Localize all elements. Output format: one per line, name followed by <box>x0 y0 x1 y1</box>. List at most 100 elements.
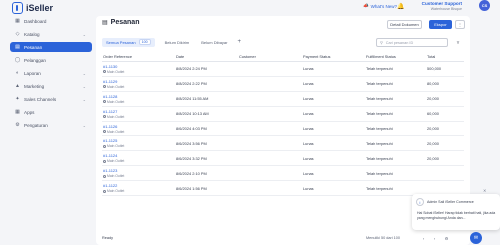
tab-label: Belum Dibayar <box>201 39 228 45</box>
whats-new-link[interactable]: 📣 What's New? <box>363 3 397 9</box>
dashboard-icon: ▦ <box>15 18 20 24</box>
page-title: ▤ Pesanan <box>102 19 139 26</box>
chevron-down-icon: ⌄ <box>82 31 86 37</box>
sidebar-item-label: Laporan <box>24 70 41 76</box>
order-reference-cell: #1-1125 Main Outlet <box>102 138 176 148</box>
sidebar-item-laporan[interactable]: ◐ Laporan ⌄ <box>10 68 92 78</box>
sidebar-item-apps[interactable]: ▦ Apps <box>10 107 92 117</box>
app-logo[interactable]: iSeller <box>12 2 53 14</box>
store-icon <box>103 100 106 104</box>
chat-button[interactable]: ✉ <box>470 232 482 244</box>
fulfillment-status-cell: Telah terpenuhi <box>366 81 393 87</box>
table-row[interactable]: #1-1126 Main Outlet 8/6/2024 4:03 PM Lunas T… <box>102 122 464 137</box>
avatar[interactable]: CS <box>479 0 490 11</box>
fulfillment-status-cell: Telah terpenuhi <box>366 185 393 191</box>
sidebar-item-pelanggan[interactable]: ◯ Pelanggan <box>10 55 92 65</box>
reports-icon: ◐ <box>15 70 20 76</box>
order-reference-link[interactable]: #1-1128 <box>103 94 176 99</box>
sidebar: ▦ Dashboard ◇ Katalog ⌄ ▤ Pesanan ◯ Pela… <box>10 16 92 133</box>
order-reference-link[interactable]: #1-1129 <box>103 79 176 84</box>
chevron-down-icon: ⌄ <box>82 70 86 76</box>
next-page-icon[interactable]: › <box>431 235 438 242</box>
table-row[interactable]: #1-1129 Main Outlet 8/8/2024 2:22 PM Lunas T… <box>102 77 464 92</box>
tab-count-badge: 100 <box>138 39 151 45</box>
order-reference-cell: #1-1124 Main Outlet <box>102 153 176 163</box>
status-text: Ready <box>102 236 113 240</box>
tab-belum-dikirim[interactable]: Belum Dikirim <box>163 38 192 47</box>
column-header[interactable]: Date <box>176 54 239 59</box>
sidebar-item-pengaturan[interactable]: ⚙ Pengaturan ⌄ <box>10 120 92 130</box>
order-reference-link[interactable]: #1-1123 <box>103 168 176 173</box>
tab-semua-pesanan[interactable]: Semua Pesanan 100 <box>102 37 155 47</box>
outlet-label: Main Outlet <box>103 100 176 104</box>
sidebar-item-label: Apps <box>24 109 35 115</box>
outlet-name: Main Outlet <box>107 159 125 164</box>
table-row[interactable]: #1-1123 Main Outlet 8/6/2024 2:10 PM Lunas T… <box>102 166 464 182</box>
chat-icon: ✉ <box>473 235 479 241</box>
order-reference-link[interactable]: #1-1122 <box>103 183 176 188</box>
order-tabs: Semua Pesanan 100 Belum Dikirim Belum Di… <box>102 37 241 47</box>
table-row[interactable]: #1-1124 Main Outlet 8/6/2024 3:32 PM Lunas T… <box>102 151 464 167</box>
more-options-button[interactable]: ⋮ <box>455 20 465 29</box>
payment-status-cell: Lunas <box>303 140 314 146</box>
bell-icon[interactable]: 🔔 <box>397 3 404 10</box>
settings-icon: ⚙ <box>15 122 20 128</box>
outlet-name: Main Outlet <box>107 114 125 119</box>
table-row[interactable]: #1-1130 Main Outlet 8/8/2024 2:24 PM Lunas T… <box>102 62 464 77</box>
order-reference-link[interactable]: #1-1126 <box>103 124 176 129</box>
table-row[interactable]: #1-1127 Main Outlet 8/8/2024 10:13 AM Lunas… <box>102 107 464 122</box>
order-reference-link[interactable]: #1-1124 <box>103 153 176 158</box>
table-row[interactable]: #1-1122 Main Outlet 8/6/2024 1:56 PM Lunas T… <box>102 181 464 197</box>
order-reference-link[interactable]: #1-1125 <box>103 138 176 143</box>
orders-icon: ▤ <box>102 20 108 26</box>
sidebar-item-dashboard[interactable]: ▦ Dashboard <box>10 16 92 26</box>
column-header[interactable]: Order Reference <box>102 54 176 59</box>
outlet-label: Main Outlet <box>103 130 176 134</box>
detail-document-button[interactable]: Detail Dokumen <box>387 20 422 29</box>
add-tab-icon[interactable]: + <box>237 39 241 45</box>
tab-belum-dibayar[interactable]: Belum Dibayar <box>199 38 229 47</box>
store-icon <box>103 189 106 193</box>
fulfillment-status-cell: Telah terpenuhi <box>366 155 393 161</box>
table-row[interactable]: #1-1128 Main Outlet 8/8/2024 11:55 AM Lunas… <box>102 92 464 107</box>
apps-icon: ▦ <box>15 109 20 115</box>
order-reference-cell: #1-1127 Main Outlet <box>102 109 176 119</box>
column-header[interactable]: Total <box>427 54 464 59</box>
order-reference-link[interactable]: #1-1127 <box>103 109 176 114</box>
user-menu[interactable]: Customer Support Waterhouse Bisque <box>412 1 462 11</box>
sidebar-item-label: Marketing <box>24 83 45 89</box>
sidebar-item-katalog[interactable]: ◇ Katalog ⌄ <box>10 29 92 39</box>
outlet-label: Main Outlet <box>103 174 176 178</box>
table-row[interactable]: #1-1125 Main Outlet 8/6/2024 3:56 PM Lunas T… <box>102 136 464 152</box>
sidebar-item-marketing[interactable]: ▲ Marketing ⌄ <box>10 81 92 91</box>
date-cell: 8/8/2024 10:13 AM <box>176 111 209 117</box>
page-title-text: Pesanan <box>110 19 140 26</box>
more-icon: ⋮ <box>458 22 462 27</box>
sidebar-item-pesanan[interactable]: ▤ Pesanan <box>10 42 92 52</box>
outlet-name: Main Outlet <box>107 99 125 104</box>
order-reference-link[interactable]: #1-1130 <box>103 64 176 69</box>
search-input[interactable]: ⚲ Cari pesanan ID <box>376 38 448 47</box>
column-header[interactable]: Fulfillment Status <box>366 54 427 59</box>
filter-icon[interactable]: ▿ <box>453 38 463 47</box>
column-header[interactable]: Customer <box>239 54 303 59</box>
whats-new-label: What's New? <box>370 3 397 9</box>
search-icon: ⚲ <box>380 41 383 45</box>
export-button[interactable]: Ekspor <box>429 20 452 29</box>
sidebar-item-sales-channels[interactable]: ✦ Sales Channels ⌄ <box>10 94 92 104</box>
settings-icon[interactable]: ⚙ <box>443 235 450 242</box>
date-cell: 8/6/2024 3:32 PM <box>176 155 207 161</box>
store-icon <box>103 144 106 148</box>
chat-popup[interactable]: i Admin Sali iSeller Commerce Hai Sobat … <box>412 194 500 230</box>
pager-text: Menuliki 50 dari 100 <box>366 236 400 240</box>
column-header[interactable]: Payment Status <box>303 54 366 59</box>
store-icon <box>103 85 106 89</box>
chevron-down-icon: ⌄ <box>82 96 86 102</box>
search-placeholder: Cari pesanan ID <box>385 40 414 45</box>
iseller-logo-icon: i <box>416 198 424 206</box>
catalog-icon: ◇ <box>15 31 20 37</box>
prev-page-icon[interactable]: ‹ <box>420 235 427 242</box>
date-cell: 8/8/2024 2:22 PM <box>176 81 207 87</box>
close-icon[interactable]: ✕ <box>483 188 486 193</box>
orders-icon: ▤ <box>15 44 20 50</box>
